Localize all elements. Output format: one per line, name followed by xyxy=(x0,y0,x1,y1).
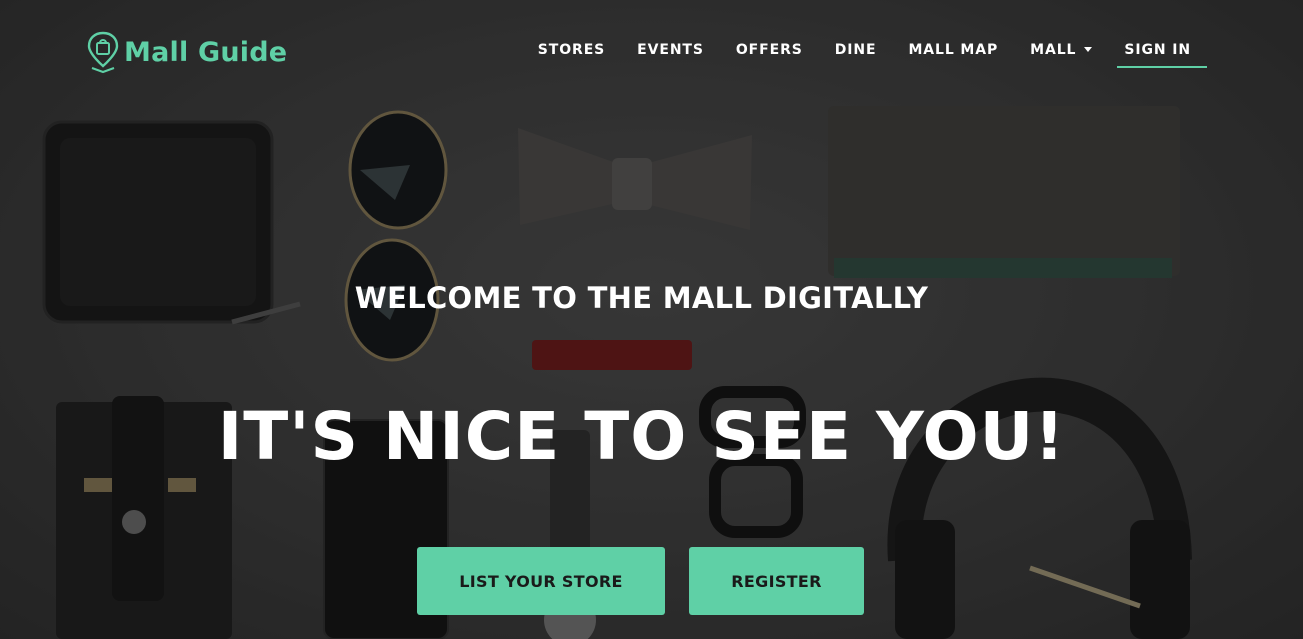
nav-link-stores[interactable]: STORES xyxy=(538,38,605,68)
nav-link-offers[interactable]: OFFERS xyxy=(736,38,803,68)
brand-name: Mall Guide xyxy=(124,36,288,68)
nav-item-stores: STORES xyxy=(538,38,605,68)
nav-link-mall-map[interactable]: MALL MAP xyxy=(908,38,998,68)
brand-logo-link[interactable]: Mall Guide xyxy=(86,30,287,74)
register-button[interactable]: REGISTER xyxy=(689,547,864,615)
nav-item-mall: MALL xyxy=(1030,38,1093,68)
nav-item-mall-map: MALL MAP xyxy=(908,38,998,68)
location-pin-shopping-bag-icon xyxy=(87,31,119,74)
main-nav: STORES EVENTS OFFERS DINE MALL MAP MALL … xyxy=(538,38,1199,68)
nav-link-events[interactable]: EVENTS xyxy=(637,38,704,68)
navbar: Mall Guide STORES EVENTS OFFERS DINE MAL… xyxy=(0,0,1303,100)
nav-dropdown-mall[interactable]: MALL xyxy=(1030,38,1093,68)
nav-item-offers: OFFERS xyxy=(736,38,803,68)
hero-subheading: WELCOME TO THE MALL DIGITALLY xyxy=(354,281,929,315)
nav-link-dine[interactable]: DINE xyxy=(835,38,877,68)
nav-item-events: EVENTS xyxy=(637,38,704,68)
list-your-store-button[interactable]: LIST YOUR STORE xyxy=(417,547,665,615)
nav-link-sign-in[interactable]: SIGN IN xyxy=(1117,38,1199,68)
hero-heading: IT'S NICE TO SEE YOU! xyxy=(217,398,1066,475)
caret-down-icon xyxy=(1084,46,1093,52)
nav-dropdown-mall-label: MALL xyxy=(1030,42,1077,58)
nav-item-sign-in: SIGN IN xyxy=(1124,38,1199,68)
nav-item-dine: DINE xyxy=(835,38,877,68)
